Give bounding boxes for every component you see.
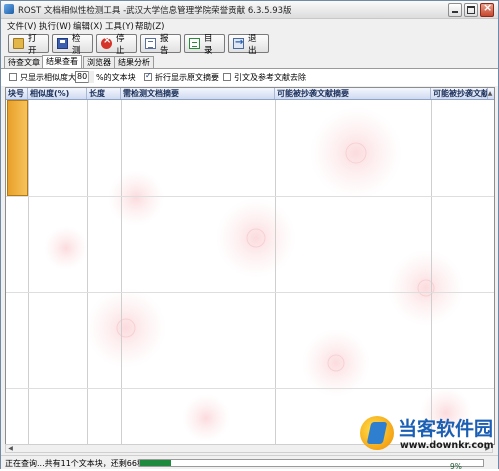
directory-button-label: 目录 (204, 33, 213, 56)
tab-browser[interactable]: 浏览器 (83, 56, 115, 68)
detect-button[interactable]: 检测 (52, 33, 93, 56)
flower-background (44, 107, 472, 442)
title-bar[interactable]: ROST 文档相似性检测工具 -武汉大学信息管理学院荣誉贡献 6.3.5.93版 (1, 1, 498, 19)
detect-button-label: 检测 (72, 33, 81, 56)
column-source-summary-2[interactable]: 可能被抄袭文献摘要 (431, 88, 488, 99)
column-source-summary[interactable]: 可能被抄袭文献摘要 (275, 88, 431, 99)
menu-edit[interactable]: 编辑(X) (73, 20, 102, 32)
report-button-label: 报告 (160, 33, 169, 56)
threshold-spin-buttons[interactable] (88, 71, 94, 83)
app-window: ROST 文档相似性检测工具 -武汉大学信息管理学院荣誉贡献 6.3.5.93版… (0, 0, 499, 471)
column-block-no[interactable]: 块号 (6, 88, 28, 99)
watermark-logo-icon (360, 416, 394, 450)
only-show-checkbox[interactable] (9, 73, 17, 81)
directory-icon (189, 38, 200, 49)
watermark-url: www.downkr.com (400, 440, 494, 451)
menu-help[interactable]: 帮助(Z) (135, 20, 164, 32)
save-disk-icon (57, 38, 68, 49)
menu-execute[interactable]: 执行(W) (39, 20, 71, 32)
column-similarity[interactable]: 相似度(%) (28, 88, 87, 99)
directory-button[interactable]: 目录 (184, 33, 225, 56)
scroll-up-icon[interactable]: ▲ (486, 89, 494, 98)
remove-citations-label: 引文及参考文献去除 (234, 73, 306, 82)
selected-row-indicator[interactable] (7, 100, 28, 196)
tab-analysis[interactable]: 结果分析 (114, 56, 154, 68)
app-icon (4, 4, 14, 14)
grid-line (28, 100, 29, 444)
watermark: 当客软件园 www.downkr.com (360, 412, 498, 464)
tab-pending-articles[interactable]: 待查文章 (4, 56, 44, 68)
progress-fill (140, 460, 171, 466)
status-text: 正在查询...共有11个文本块，还剩66秒 (5, 459, 145, 468)
scroll-left-icon[interactable]: ◀ (6, 445, 15, 452)
stop-icon (101, 35, 112, 49)
grid-line (6, 388, 494, 389)
report-button[interactable]: 报告 (140, 33, 181, 56)
window-title: ROST 文档相似性检测工具 -武汉大学信息管理学院荣誉贡献 6.3.5.93版 (18, 6, 292, 16)
tab-results[interactable]: 结果查看 (42, 55, 82, 68)
exit-icon (233, 37, 244, 49)
results-table[interactable]: 块号 相似度(%) 长度 需检测文档摘要 可能被抄袭文献摘要 可能被抄袭文献摘要 (5, 87, 495, 445)
options-bar: 只显示相似度大 80 %的文本块 折行显示原文摘要 引文及参考文献去除 (1, 69, 498, 86)
only-show-suffix: %的文本块 (96, 73, 136, 82)
table-header: 块号 相似度(%) 长度 需检测文档摘要 可能被抄袭文献摘要 可能被抄袭文献摘要 (6, 88, 494, 100)
grid-line (6, 292, 494, 293)
menu-bar: 文件(V) 执行(W) 编辑(X) 工具(Y) 帮助(Z) (1, 19, 498, 32)
menu-file[interactable]: 文件(V) (7, 20, 36, 32)
stop-button[interactable]: 停止 (96, 33, 137, 56)
exit-button-label: 退出 (248, 33, 257, 56)
exit-button[interactable]: 退出 (228, 33, 269, 56)
stop-button-label: 停止 (116, 33, 125, 56)
window-controls (448, 1, 494, 17)
grid-line (121, 100, 122, 444)
open-button-label: 打开 (28, 33, 37, 56)
only-show-label: 只显示相似度大 (20, 73, 76, 82)
toolbar: 打开 检测 停止 报告 目录 退出 (1, 33, 498, 56)
watermark-brand: 当客软件园 (398, 418, 494, 440)
report-icon (145, 38, 156, 49)
minimize-icon[interactable] (448, 3, 462, 17)
menu-tools[interactable]: 工具(Y) (105, 20, 134, 32)
maximize-icon[interactable] (464, 3, 478, 17)
folder-open-icon (13, 38, 24, 49)
open-button[interactable]: 打开 (8, 33, 49, 56)
close-icon[interactable] (480, 1, 494, 17)
fold-display-label: 折行显示原文摘要 (155, 73, 219, 82)
grid-line (431, 100, 432, 444)
remove-citations-checkbox[interactable] (223, 73, 231, 81)
fold-display-checkbox[interactable] (144, 71, 152, 81)
column-length[interactable]: 长度 (87, 88, 121, 99)
column-target-summary[interactable]: 需检测文档摘要 (121, 88, 275, 99)
grid-line (275, 100, 276, 444)
grid-line (87, 100, 88, 444)
grid-line (6, 196, 494, 197)
tab-strip: 待查文章 结果查看 浏览器 结果分析 (1, 55, 498, 68)
